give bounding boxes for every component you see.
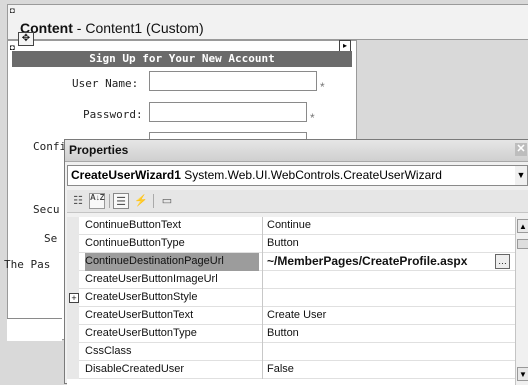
- password-required: *: [310, 111, 315, 125]
- scrollbar-thumb[interactable]: [517, 239, 528, 249]
- property-name: ContinueButtonText: [85, 219, 182, 231]
- property-row-selected[interactable]: ContinueDestinationPageUrl ~/MemberPages…: [67, 253, 515, 271]
- property-value[interactable]: [262, 343, 507, 361]
- object-name: CreateUserWizard1: [71, 168, 181, 182]
- property-row[interactable]: DisableCreatedUser False: [67, 361, 515, 379]
- categorized-icon[interactable]: ☷: [70, 193, 86, 209]
- scroll-up-icon[interactable]: ▲: [517, 219, 528, 233]
- object-type: System.Web.UI.WebControls.CreateUserWiza…: [180, 168, 442, 182]
- property-row[interactable]: + CreateUserButtonStyle: [67, 289, 515, 307]
- password-input[interactable]: [149, 102, 307, 122]
- security-question-label: Secu: [33, 203, 60, 216]
- ellipsis-button[interactable]: …: [495, 254, 510, 269]
- expand-icon[interactable]: +: [69, 293, 79, 303]
- password-note-label: The Pas: [4, 258, 51, 271]
- password-label: Password:: [83, 108, 143, 121]
- vertical-scrollbar[interactable]: ▲ ▼: [515, 217, 528, 385]
- toolbar-separator: [153, 194, 154, 208]
- property-row[interactable]: ContinueButtonType Button: [67, 235, 515, 253]
- property-name: CreateUserButtonText: [85, 309, 194, 321]
- property-name: CreateUserButtonType: [85, 327, 197, 339]
- property-name: CreateUserButtonImageUrl: [85, 273, 218, 285]
- user-name-input[interactable]: [149, 71, 317, 91]
- property-value[interactable]: False: [262, 361, 507, 379]
- content-region-title: Content - Content1 (Custom): [20, 20, 204, 36]
- property-name: CssClass: [85, 345, 132, 357]
- property-row[interactable]: CreateUserButtonType Button: [67, 325, 515, 343]
- wizard-lower-region: [7, 318, 62, 341]
- property-value[interactable]: [262, 271, 507, 289]
- property-value[interactable]: Continue: [262, 217, 507, 235]
- property-name: ContinueButtonType: [85, 237, 185, 249]
- property-row[interactable]: ContinueButtonText Continue: [67, 217, 515, 235]
- user-name-label: User Name:: [72, 77, 139, 90]
- property-grid: ContinueButtonText Continue ContinueButt…: [67, 217, 515, 385]
- property-name: CreateUserButtonStyle: [85, 291, 198, 303]
- property-value-input[interactable]: ~/MemberPages/CreateProfile.aspx: [262, 253, 507, 271]
- property-name: DisableCreatedUser: [85, 363, 185, 375]
- properties-window: Properties ✕ CreateUserWizard1 System.We…: [64, 139, 528, 385]
- confirm-password-label: Confi: [33, 140, 67, 153]
- property-pages-icon[interactable]: ▭: [159, 193, 175, 209]
- alphabetical-icon[interactable]: A↓Z: [89, 193, 105, 209]
- move-handle-icon[interactable]: ✥: [18, 32, 34, 46]
- close-icon[interactable]: ✕: [515, 143, 527, 156]
- toolbar-separator: [109, 194, 110, 208]
- property-value[interactable]: Button: [262, 235, 507, 253]
- property-value[interactable]: [262, 289, 507, 307]
- user-name-required: *: [320, 80, 325, 94]
- security-answer-label: Se: [44, 232, 58, 245]
- property-row[interactable]: CreateUserButtonText Create User: [67, 307, 515, 325]
- object-selector-dropdown[interactable]: CreateUserWizard1 System.Web.UI.WebContr…: [67, 165, 528, 186]
- properties-icon[interactable]: ☰: [113, 193, 129, 209]
- content-region-header: ◘ Content - Content1 (Custom): [7, 4, 528, 40]
- properties-title: Properties: [69, 143, 129, 157]
- properties-title-bar[interactable]: Properties ✕: [65, 140, 528, 162]
- property-value[interactable]: Create User: [262, 307, 507, 325]
- property-row[interactable]: CssClass: [67, 343, 515, 361]
- content-corner-icon: ◘: [10, 6, 15, 15]
- properties-toolbar: ☷ A↓Z ☰ ⚡ ▭: [67, 190, 528, 213]
- property-value[interactable]: Button: [262, 325, 507, 343]
- chevron-down-icon[interactable]: ▼: [515, 166, 527, 185]
- scroll-down-icon[interactable]: ▼: [517, 367, 528, 381]
- property-row[interactable]: CreateUserButtonImageUrl: [67, 271, 515, 289]
- events-icon[interactable]: ⚡: [133, 193, 149, 209]
- wizard-title-banner: Sign Up for Your New Account: [12, 51, 352, 67]
- property-name: ContinueDestinationPageUrl: [85, 253, 259, 271]
